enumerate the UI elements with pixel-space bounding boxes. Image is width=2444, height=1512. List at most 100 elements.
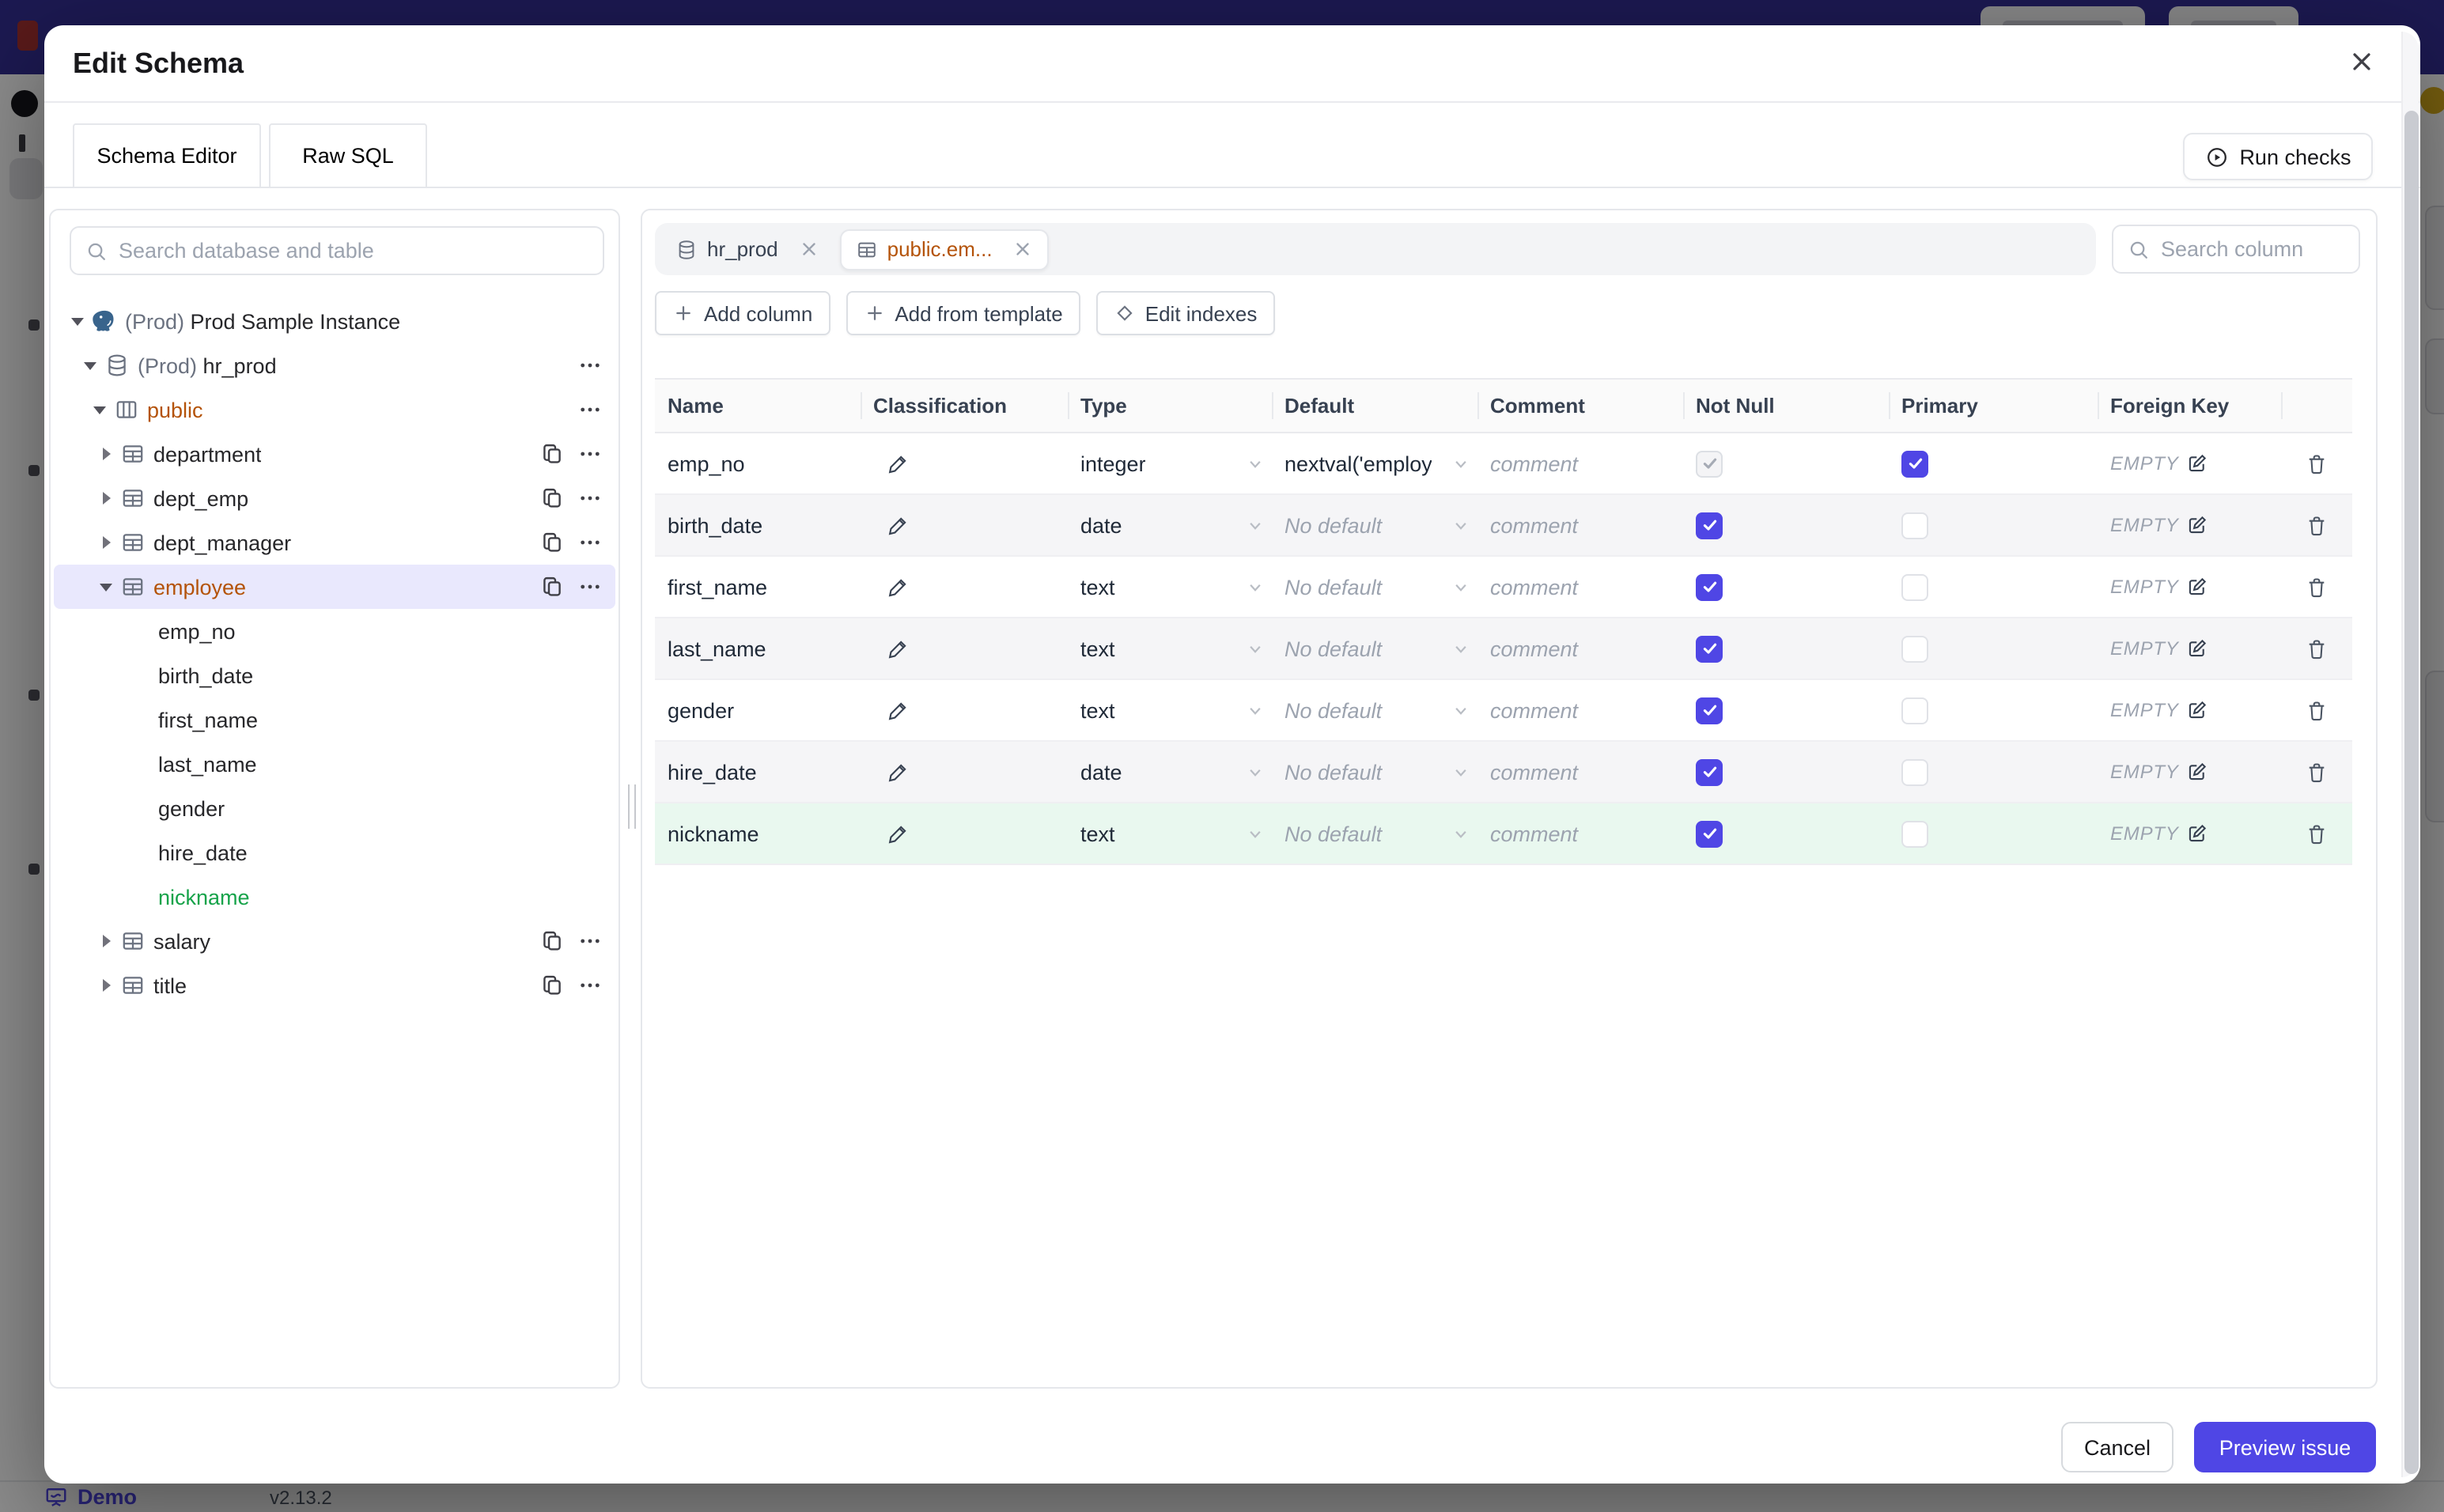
cell-comment-input[interactable]: comment (1477, 680, 1683, 740)
tab-schema-editor[interactable]: Schema Editor (73, 123, 261, 188)
close-tab-icon[interactable] (1013, 239, 1034, 259)
pencil-icon[interactable] (886, 760, 910, 784)
not-null-checkbox[interactable] (1696, 820, 1723, 847)
trash-icon[interactable] (2305, 760, 2329, 784)
cell-name[interactable]: nickname (655, 803, 861, 864)
more-actions-icon[interactable] (577, 973, 603, 998)
cell-name[interactable]: last_name (655, 618, 861, 679)
tree-column-first_name[interactable]: first_name (54, 697, 615, 742)
trash-icon[interactable] (2305, 637, 2329, 660)
edit-foreign-key-icon[interactable] (2187, 761, 2209, 783)
tree-item-prod-sample-instance[interactable]: (Prod) Prod Sample Instance (54, 299, 615, 343)
tree-column-nickname[interactable]: nickname (54, 875, 615, 919)
pencil-icon[interactable] (886, 513, 910, 537)
chevron-collapsed-icon[interactable] (95, 448, 117, 460)
tree-column-birth_date[interactable]: birth_date (54, 653, 615, 697)
trash-icon[interactable] (2305, 452, 2329, 475)
not-null-checkbox[interactable] (1696, 635, 1723, 662)
primary-checkbox[interactable] (1901, 697, 1928, 724)
tree-column-last_name[interactable]: last_name (54, 742, 615, 786)
not-null-checkbox[interactable] (1696, 512, 1723, 539)
cell-name[interactable]: birth_date (655, 495, 861, 555)
more-actions-icon[interactable] (577, 530, 603, 555)
copy-icon[interactable] (539, 928, 565, 954)
tab-raw-sql[interactable]: Raw SQL (269, 123, 427, 188)
object-tab-hr_prod[interactable]: hr_prod (661, 229, 834, 270)
tree-item-title[interactable]: title (54, 963, 615, 1007)
not-null-checkbox[interactable] (1696, 697, 1723, 724)
cell-type-select[interactable]: date (1068, 495, 1272, 555)
pencil-icon[interactable] (886, 822, 910, 845)
edit-foreign-key-icon[interactable] (2187, 452, 2209, 474)
pencil-icon[interactable] (886, 637, 910, 660)
more-actions-icon[interactable] (577, 574, 603, 599)
panel-resize-handle[interactable] (628, 784, 636, 829)
cell-type-select[interactable]: text (1068, 557, 1272, 617)
not-null-checkbox[interactable] (1696, 758, 1723, 785)
tree-item-dept_manager[interactable]: dept_manager (54, 520, 615, 565)
chevron-collapsed-icon[interactable] (95, 536, 117, 549)
chevron-expanded-icon[interactable] (95, 583, 117, 591)
tree-column-hire_date[interactable]: hire_date (54, 830, 615, 875)
object-tab-public.em...[interactable]: public.em... (839, 229, 1050, 270)
add-column-button[interactable]: Add column (655, 291, 830, 335)
trash-icon[interactable] (2305, 822, 2329, 845)
cell-default-select[interactable]: No default (1272, 680, 1477, 740)
cell-name[interactable]: gender (655, 680, 861, 740)
cell-type-select[interactable]: text (1068, 680, 1272, 740)
cell-default-select[interactable]: No default (1272, 742, 1477, 802)
chevron-collapsed-icon[interactable] (95, 492, 117, 505)
cell-type-select[interactable]: date (1068, 742, 1272, 802)
tree-column-gender[interactable]: gender (54, 786, 615, 830)
tree-search-input[interactable] (119, 239, 588, 263)
primary-checkbox[interactable] (1901, 635, 1928, 662)
cell-default-select[interactable]: No default (1272, 618, 1477, 679)
cell-comment-input[interactable]: comment (1477, 803, 1683, 864)
primary-checkbox[interactable] (1901, 573, 1928, 600)
cell-default-select[interactable]: No default (1272, 557, 1477, 617)
cell-comment-input[interactable]: comment (1477, 618, 1683, 679)
edit-indexes-button[interactable]: Edit indexes (1095, 291, 1275, 335)
chevron-collapsed-icon[interactable] (95, 935, 117, 947)
primary-checkbox[interactable] (1901, 820, 1928, 847)
tree-column-emp_no[interactable]: emp_no (54, 609, 615, 653)
cell-comment-input[interactable]: comment (1477, 495, 1683, 555)
tree-item-employee[interactable]: employee (54, 565, 615, 609)
not-null-checkbox[interactable] (1696, 573, 1723, 600)
cell-type-select[interactable]: text (1068, 803, 1272, 864)
preview-issue-button[interactable]: Preview issue (2194, 1422, 2376, 1472)
tree-item-dept_emp[interactable]: dept_emp (54, 476, 615, 520)
chevron-expanded-icon[interactable] (66, 317, 89, 325)
trash-icon[interactable] (2305, 575, 2329, 599)
cell-default-select[interactable]: No default (1272, 803, 1477, 864)
cell-comment-input[interactable]: comment (1477, 433, 1683, 493)
cell-comment-input[interactable]: comment (1477, 557, 1683, 617)
cancel-button[interactable]: Cancel (2061, 1422, 2173, 1472)
copy-icon[interactable] (539, 530, 565, 555)
cell-name[interactable]: first_name (655, 557, 861, 617)
run-checks-button[interactable]: Run checks (2183, 133, 2373, 180)
more-actions-icon[interactable] (577, 441, 603, 467)
modal-scrollbar[interactable] (2401, 32, 2419, 1477)
tree-item-hr_prod[interactable]: (Prod) hr_prod (54, 343, 615, 387)
cell-default-select[interactable]: nextval('employ (1272, 433, 1477, 493)
edit-foreign-key-icon[interactable] (2187, 514, 2209, 536)
primary-checkbox[interactable] (1901, 450, 1928, 477)
modal-scrollbar-thumb[interactable] (2404, 111, 2419, 1474)
add-from-template-button[interactable]: Add from template (846, 291, 1080, 335)
copy-icon[interactable] (539, 486, 565, 511)
copy-icon[interactable] (539, 574, 565, 599)
cell-comment-input[interactable]: comment (1477, 742, 1683, 802)
chevron-expanded-icon[interactable] (89, 406, 111, 414)
chevron-expanded-icon[interactable] (79, 361, 101, 369)
more-actions-icon[interactable] (577, 486, 603, 511)
cell-type-select[interactable]: text (1068, 618, 1272, 679)
edit-foreign-key-icon[interactable] (2187, 699, 2209, 721)
more-actions-icon[interactable] (577, 928, 603, 954)
pencil-icon[interactable] (886, 452, 910, 475)
chevron-collapsed-icon[interactable] (95, 979, 117, 992)
edit-foreign-key-icon[interactable] (2187, 576, 2209, 598)
pencil-icon[interactable] (886, 575, 910, 599)
tree-item-salary[interactable]: salary (54, 919, 615, 963)
more-actions-icon[interactable] (577, 397, 603, 422)
